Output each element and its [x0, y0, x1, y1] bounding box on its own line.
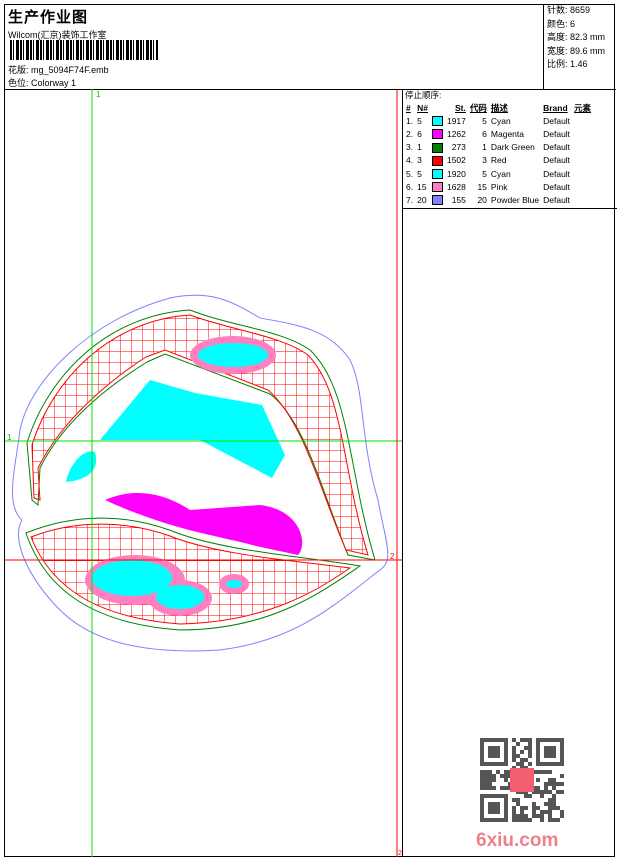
row-brand: Default [543, 128, 571, 139]
guide-label-green-v: 1 [96, 90, 101, 99]
cyan-fill-bottom-2 [156, 585, 204, 609]
color-swatch [430, 141, 445, 154]
table-row: 2. 6 1262 6 Magenta Default [404, 127, 593, 140]
row-brand: Default [543, 168, 571, 179]
row-stitches: 1262 [446, 128, 466, 139]
table-row: 4. 3 1502 3 Red Default [404, 154, 593, 167]
row-description: Red [490, 155, 507, 166]
stop-sequence-table: # N# St. 代码 描述 Brand 元素 1. 5 1917 5 Cyan… [404, 101, 593, 207]
col-element: 元素 [574, 102, 592, 113]
row-code: 3 [482, 155, 487, 166]
cyan-fill-top [198, 343, 268, 367]
row-code: 5 [482, 115, 487, 126]
row-code: 5 [482, 168, 487, 179]
row-code: 15 [477, 181, 487, 192]
col-code: 代码 [469, 102, 487, 113]
table-row: 5. 5 1920 5 Cyan Default [404, 167, 593, 180]
qr-code [480, 738, 564, 822]
row-description: Cyan [490, 168, 511, 179]
col-needle: N# [417, 102, 428, 113]
cyan-fill-upper [100, 380, 285, 478]
color-swatch [430, 127, 445, 140]
row-index: 4. [406, 155, 414, 166]
stop-sequence-title: 停止顺序: [405, 90, 442, 100]
row-brand: Default [543, 115, 571, 126]
row-stitches: 1920 [446, 168, 466, 179]
row-needle: 5 [417, 115, 422, 126]
color-swatch [430, 154, 445, 167]
row-index: 5. [406, 168, 414, 179]
color-swatch [430, 193, 445, 206]
row-description: Powder Blue [490, 194, 540, 205]
row-index: 1. [406, 115, 414, 126]
table-row: 7. 20 155 20 Powder Blue Default [404, 193, 593, 206]
watermark-logo: 6xiu.com [476, 830, 559, 851]
guide-label-green-h: 1 [7, 433, 12, 442]
row-description: Magenta [490, 128, 524, 139]
guide-label-red-h: 2 [390, 552, 395, 561]
row-code: 20 [477, 194, 487, 205]
row-stitches: 155 [451, 194, 466, 205]
row-index: 3. [406, 142, 414, 153]
col-index: # [406, 102, 411, 113]
row-needle: 1 [417, 142, 422, 153]
production-worksheet: 生产作业图 Wilcom(汇京)装饰工作室 花版: mg_5094F74F.em… [0, 0, 620, 860]
row-stitches: 1628 [446, 181, 466, 192]
row-index: 7. [406, 194, 414, 205]
color-swatch [430, 180, 445, 193]
row-needle: 5 [417, 168, 422, 179]
row-brand: Default [543, 155, 571, 166]
col-brand: Brand [543, 102, 568, 113]
row-needle: 20 [417, 194, 427, 205]
row-stitches: 1917 [446, 115, 466, 126]
color-swatch [430, 114, 445, 127]
row-index: 6. [406, 181, 414, 192]
table-header: # N# St. 代码 描述 Brand 元素 [404, 101, 593, 114]
col-stitches: St. [455, 102, 466, 113]
row-brand: Default [543, 181, 571, 192]
row-brand: Default [543, 194, 571, 205]
col-description: 描述 [490, 102, 508, 113]
cyan-fill-bottom-small [226, 580, 242, 588]
table-divider [403, 208, 617, 209]
row-code: 6 [482, 128, 487, 139]
row-code: 1 [482, 142, 487, 153]
row-description: Cyan [490, 115, 511, 126]
row-needle: 15 [417, 181, 427, 192]
table-row: 3. 1 273 1 Dark Green Default [404, 141, 593, 154]
table-row: 1. 5 1917 5 Cyan Default [404, 114, 593, 127]
row-needle: 3 [417, 155, 422, 166]
row-description: Dark Green [490, 142, 535, 153]
row-stitches: 1502 [446, 155, 466, 166]
row-needle: 6 [417, 128, 422, 139]
row-brand: Default [543, 142, 571, 153]
row-index: 2. [406, 128, 414, 139]
color-swatch [430, 167, 445, 180]
table-row: 6. 15 1628 15 Pink Default [404, 180, 593, 193]
row-stitches: 273 [451, 142, 466, 153]
row-description: Pink [490, 181, 508, 192]
